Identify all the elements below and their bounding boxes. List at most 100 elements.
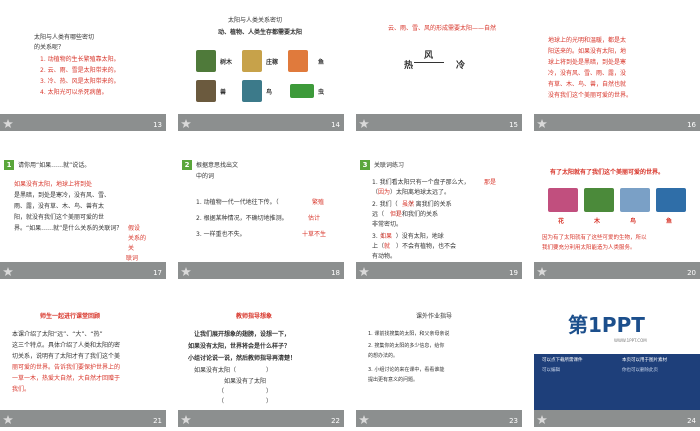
star-icon bbox=[181, 267, 191, 276]
image-label: 庄稼 bbox=[266, 59, 279, 66]
star-icon bbox=[359, 119, 369, 128]
slide-text: 界。“如果……就”是什么关系的关联词？ bbox=[14, 225, 123, 232]
star-icon bbox=[537, 267, 547, 276]
slide-thumbnail[interactable]: 太阳与人类有哪些密切 的关系呢？ 1. 动植物的生长繁殖靠太阳。 2. 云、雨、… bbox=[0, 0, 166, 131]
slide-text: 如果没有了太阳 bbox=[224, 378, 267, 385]
answer-text: 那是 bbox=[484, 179, 497, 186]
slide-thumbnail[interactable]: 有了太阳就有了我们这个美丽可爱的世界。 花 木 鸟 鱼 因为有了太阳就有了这些可… bbox=[534, 148, 700, 279]
slide-content: 课外作业指导 1. 课前找搜集的太阳，和父亲母亲说 2. 搜集你的太阳的多少信息… bbox=[356, 296, 522, 410]
slide-text: 有动物。 bbox=[372, 253, 397, 260]
diagram-word: 风 bbox=[424, 51, 434, 61]
slide-title: 课外作业指导 bbox=[416, 313, 453, 320]
slide-text: 的关系呢？ bbox=[34, 44, 65, 51]
slide-text: 是黑暗，到处是寒冷，没有风、雪、 bbox=[14, 192, 111, 199]
slide-text: 没有我们这个美丽可爱的世界。 bbox=[548, 92, 633, 99]
answer-text: 如果 bbox=[380, 233, 393, 240]
star-icon bbox=[181, 415, 191, 424]
bird-image bbox=[620, 188, 650, 212]
slide-title: 根据意思找出文 bbox=[196, 162, 239, 169]
slide-content: 1 请你用“如果……就”说话。 如果没有太阳，地球上将到处 是黑暗，到处是寒冷，… bbox=[0, 148, 166, 262]
bird-image bbox=[242, 80, 262, 102]
image-label: 虫 bbox=[318, 89, 325, 96]
footer-text: 可以点下载所需课件 bbox=[542, 358, 583, 363]
answer-text: 就 bbox=[384, 243, 391, 250]
slide-text: 如果没有太阳（ ） bbox=[194, 367, 273, 374]
slide-text: 3. 冷、热、风是太阳带来的。 bbox=[40, 78, 120, 85]
slide-number: 14 bbox=[331, 121, 340, 129]
answer-text: 但是 bbox=[390, 211, 403, 218]
animal-image bbox=[196, 80, 216, 102]
slide-content: 师生一起进行课堂回顾 本课介绍了太阳“远”、“大”、“热” 这三个特点。具体介绍… bbox=[0, 296, 166, 410]
tree-image bbox=[196, 50, 216, 72]
star-icon bbox=[3, 119, 13, 128]
step-badge: 1 bbox=[4, 160, 14, 170]
slide-text: 我们。 bbox=[12, 386, 31, 393]
answer-text: 虽然 bbox=[402, 201, 415, 208]
image-label: 鸟 bbox=[630, 218, 637, 225]
slide-thumbnail[interactable]: 地球上的光明和温暖，都是太 阳送来的。如果没有太阳，地 球上将到处是黑暗，到处是… bbox=[534, 0, 700, 131]
slide-text: 一草一木，热爱大自然，大自然才回赠于 bbox=[12, 375, 121, 382]
slide-number: 18 bbox=[331, 269, 340, 277]
slide-thumbnail[interactable]: 云、雨、雪、风的形成需要太阳——自然 风 热 冷 15 bbox=[356, 0, 522, 131]
slide-text: 2. 云、雨、雪是太阳带来的。 bbox=[40, 67, 120, 74]
image-label: 鱼 bbox=[318, 59, 325, 66]
slide-grid: 太阳与人类有哪些密切 的关系呢？ 1. 动植物的生长繁殖靠太阳。 2. 云、雨、… bbox=[0, 0, 700, 431]
slide-number: 15 bbox=[509, 121, 518, 129]
image-label: 兽 bbox=[220, 89, 227, 96]
star-icon bbox=[359, 267, 369, 276]
image-label: 鱼 bbox=[666, 218, 673, 225]
footer-text: 你也可以删除此页 bbox=[622, 368, 658, 373]
slide-title: 有了太阳就有了我们这个美丽可爱的世界。 bbox=[550, 169, 665, 176]
image-label: 花 bbox=[558, 218, 565, 225]
slide-title: 云、雨、雪、风的形成需要太阳——自然 bbox=[388, 25, 497, 32]
image-label: 木 bbox=[594, 218, 601, 225]
crop-image bbox=[242, 50, 262, 72]
slide-number: 22 bbox=[331, 417, 340, 425]
slide-text: 因为有了太阳就有了这些可爱的生物，所以 bbox=[542, 235, 647, 241]
image-label: 鸟 bbox=[266, 89, 273, 96]
slide-number: 19 bbox=[509, 269, 518, 277]
answer-text: 关系的 bbox=[128, 235, 147, 242]
step-badge: 2 bbox=[182, 160, 192, 170]
slide-text: 4. 太阳光可以杀死病菌。 bbox=[40, 89, 108, 96]
arrow-line bbox=[414, 62, 444, 63]
slide-number: 24 bbox=[687, 417, 696, 425]
slide-text: 如果没有太阳，地球上将到处 bbox=[14, 181, 93, 188]
slide-content: 3 关联词练习 1. 我们看太阳只有一个盘子那么大， （ ）太阳离地球太远了。 … bbox=[356, 148, 522, 262]
slide-title: 教师指导想象 bbox=[236, 313, 273, 320]
slide-text: 非常密切。 bbox=[372, 221, 403, 228]
slide-number: 21 bbox=[153, 417, 162, 425]
slide-thumbnail[interactable]: 第1PPT WWW.1PPT.COM 可以点下载所需课件 本页可以用于图片素材 … bbox=[534, 296, 700, 427]
slide-text: 切关系，说明有了太阳才有了我们这个美 bbox=[12, 353, 121, 360]
slide-text: 阳送来的。如果没有太阳，地 bbox=[548, 48, 627, 55]
slide-content: 地球上的光明和温暖，都是太 阳送来的。如果没有太阳，地 球上将到处是黑暗，到处是… bbox=[534, 0, 700, 114]
slide-content: 教师指导想象 让我们展开想象的翅膀，设想一下， 如果没有太阳，世界将会是什么样子… bbox=[178, 296, 344, 410]
slide-thumbnail[interactable]: 3 关联词练习 1. 我们看太阳只有一个盘子那么大， （ ）太阳离地球太远了。 … bbox=[356, 148, 522, 279]
slide-thumbnail[interactable]: 课外作业指导 1. 课前找搜集的太阳，和父亲母亲说 2. 搜集你的太阳的多少信息… bbox=[356, 296, 522, 427]
fish-image bbox=[288, 50, 308, 72]
slide-content: 第1PPT WWW.1PPT.COM 可以点下载所需课件 本页可以用于图片素材 … bbox=[534, 296, 700, 410]
slide-subtitle: 动、植物、人类生存都需要太阳 bbox=[218, 29, 303, 36]
slide-thumbnail[interactable]: 1 请你用“如果……就”说话。 如果没有太阳，地球上将到处 是黑暗，到处是寒冷，… bbox=[0, 148, 166, 279]
slide-number: 23 bbox=[509, 417, 518, 425]
slide-thumbnail[interactable]: 师生一起进行课堂回顾 本课介绍了太阳“远”、“大”、“热” 这三个特点。具体介绍… bbox=[0, 296, 166, 427]
slide-thumbnail[interactable]: 教师指导想象 让我们展开想象的翅膀，设想一下， 如果没有太阳，世界将会是什么样子… bbox=[178, 296, 344, 427]
slide-title: 关联词练习 bbox=[374, 162, 405, 169]
slide-number: 17 bbox=[153, 269, 162, 277]
slide-number: 13 bbox=[153, 121, 162, 129]
slide-text: 提出更有意义的问题。 bbox=[368, 377, 419, 383]
slide-text: 我们要充分利用太阳能造为人类服务。 bbox=[542, 245, 636, 251]
answer-text: 联词 bbox=[126, 255, 139, 262]
slide-title: 请你用“如果……就”说话。 bbox=[18, 162, 91, 169]
star-icon bbox=[359, 415, 369, 424]
slide-text: 这三个特点。具体介绍了人类和太阳的密 bbox=[12, 342, 121, 349]
fish-image bbox=[656, 188, 686, 212]
slide-text: 有草、木、鸟、兽，自然也就 bbox=[548, 81, 627, 88]
slide-thumbnail[interactable]: 2 根据意思找出文 中的词 1. 动植物一代一代地往下传。（ 2. 根据某种情况… bbox=[178, 148, 344, 279]
slide-text: 阳，就没有我们这个美丽可爱的世 bbox=[14, 214, 105, 221]
diagram-word: 热 bbox=[404, 61, 414, 71]
slide-text: 太阳与人类有哪些密切 bbox=[34, 34, 95, 41]
slide-text: 让我们展开想象的翅膀，设想一下， bbox=[194, 331, 291, 338]
tree-image bbox=[584, 188, 614, 212]
slide-thumbnail[interactable]: 太阳与人类关系密切 动、植物、人类生存都需要太阳 树木 庄稼 鱼 兽 鸟 虫 1… bbox=[178, 0, 344, 131]
